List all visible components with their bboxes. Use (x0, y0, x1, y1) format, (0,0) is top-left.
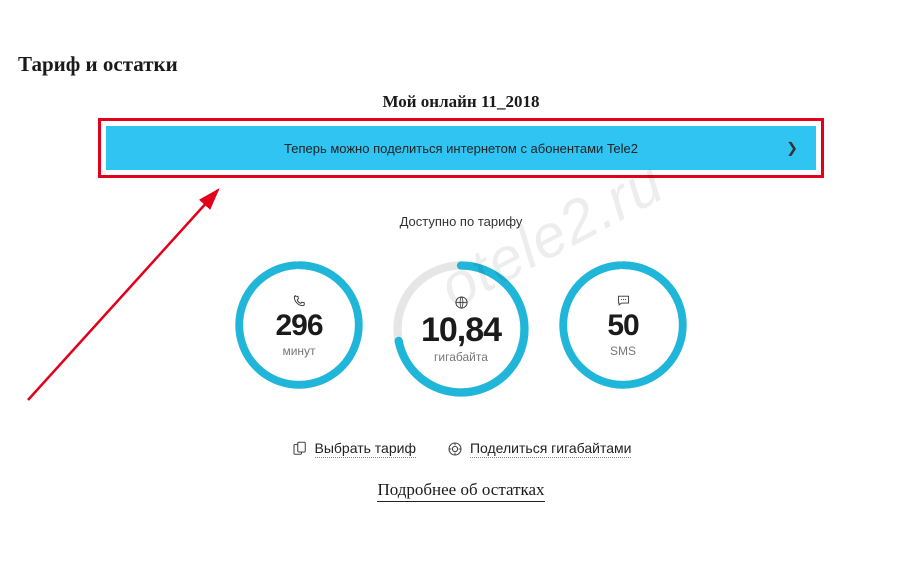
share-gb-label: Поделиться гигабайтами (470, 440, 632, 458)
more-details: Подробнее об остатках (0, 480, 922, 500)
balance-minutes[interactable]: 296 минут (234, 260, 364, 390)
available-label: Доступно по тарифу (0, 214, 922, 229)
progress-ring (234, 260, 364, 390)
share-internet-banner[interactable]: Теперь можно поделиться интернетом с або… (106, 126, 816, 170)
banner-highlight-frame: Теперь можно поделиться интернетом с або… (98, 118, 824, 178)
balance-data[interactable]: 10,84 гигабайта (392, 260, 530, 398)
balance-sms[interactable]: 50 SMS (558, 260, 688, 390)
share-icon (446, 440, 464, 458)
share-gb-link[interactable]: Поделиться гигабайтами (446, 440, 632, 458)
choose-tariff-link[interactable]: Выбрать тариф (291, 440, 416, 458)
more-details-link[interactable]: Подробнее об остатках (377, 480, 544, 502)
page-title: Тариф и остатки (18, 52, 178, 77)
progress-ring (392, 260, 530, 398)
progress-ring (558, 260, 688, 390)
banner-text: Теперь можно поделиться интернетом с або… (284, 141, 638, 156)
tariff-name: Мой онлайн 11_2018 (0, 92, 922, 112)
chevron-right-icon: ❯ (786, 140, 798, 157)
tariff-icon (291, 440, 309, 458)
balances-row: 296 минут 10,84 гигабайта 50 SMS (0, 260, 922, 398)
action-links: Выбрать тариф Поделиться гигабайтами (0, 440, 922, 458)
choose-tariff-label: Выбрать тариф (315, 440, 416, 458)
